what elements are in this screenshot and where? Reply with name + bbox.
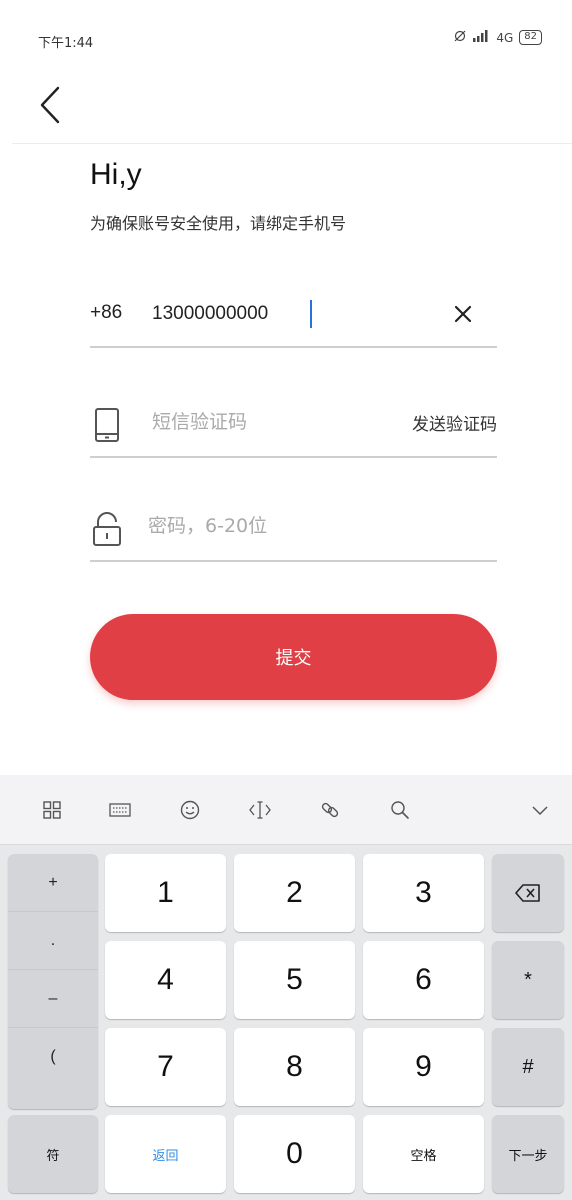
symbol-key-dot[interactable]: . <box>8 912 98 970</box>
key-7[interactable]: 7 <box>105 1028 226 1106</box>
status-bar: 下午1:44 4G 82 <box>0 0 572 70</box>
key-5[interactable]: 5 <box>234 941 355 1019</box>
country-code[interactable]: +86 <box>90 302 122 324</box>
symbol-key-paren[interactable]: ( <box>8 1028 98 1086</box>
numeric-keyboard: + . – ( 1 2 3 4 5 6 * 7 8 9 # 符 返回 0 空格 … <box>0 775 572 1200</box>
symbol-key-minus[interactable]: – <box>8 970 98 1028</box>
key-4[interactable]: 4 <box>105 941 226 1019</box>
password-input[interactable] <box>148 508 448 544</box>
nav-divider <box>12 143 572 144</box>
cursor-icon[interactable] <box>244 795 276 825</box>
hash-key[interactable]: # <box>492 1028 564 1106</box>
backspace-icon <box>515 884 540 902</box>
key-6[interactable]: 6 <box>363 941 484 1019</box>
phone-icon <box>90 406 124 446</box>
lock-icon <box>90 510 124 550</box>
status-time: 下午1:44 <box>38 36 94 51</box>
emoji-icon[interactable] <box>174 795 206 825</box>
password-row <box>90 502 497 562</box>
apps-icon[interactable] <box>36 795 68 825</box>
clear-icon[interactable] <box>449 300 477 328</box>
chevron-left-icon <box>40 86 60 124</box>
page-title: Hi,y <box>90 158 142 191</box>
alarm-off-icon <box>454 30 466 45</box>
page-subtitle: 为确保账号安全使用，请绑定手机号 <box>90 214 347 233</box>
sms-code-input[interactable] <box>152 404 352 440</box>
phone-input[interactable] <box>152 298 452 330</box>
symbol-key-plus[interactable]: + <box>8 854 98 912</box>
return-key[interactable]: 返回 <box>105 1115 226 1193</box>
send-code-button[interactable]: 发送验证码 <box>412 410 497 435</box>
submit-button[interactable]: 提交 <box>90 614 497 700</box>
network-type: 4G <box>496 30 514 45</box>
keyboard-toolbar <box>0 775 572 845</box>
text-caret <box>310 300 312 328</box>
symbols-key[interactable]: 符 <box>8 1115 98 1193</box>
link-icon[interactable] <box>314 795 346 825</box>
battery-icon: 82 <box>519 30 542 45</box>
signal-icon <box>472 30 490 45</box>
search-icon[interactable] <box>384 795 416 825</box>
key-1[interactable]: 1 <box>105 854 226 932</box>
asterisk-key[interactable]: * <box>492 941 564 1019</box>
key-3[interactable]: 3 <box>363 854 484 932</box>
key-8[interactable]: 8 <box>234 1028 355 1106</box>
backspace-key[interactable] <box>492 854 564 932</box>
back-button[interactable] <box>30 80 70 130</box>
symbol-column: + . – ( <box>8 854 98 1109</box>
space-key[interactable]: 空格 <box>363 1115 484 1193</box>
key-0[interactable]: 0 <box>234 1115 355 1193</box>
status-icons: 4G 82 <box>454 30 542 45</box>
key-9[interactable]: 9 <box>363 1028 484 1106</box>
sms-code-row: 发送验证码 <box>90 398 497 458</box>
next-key[interactable]: 下一步 <box>492 1115 564 1193</box>
collapse-icon[interactable] <box>524 795 556 825</box>
phone-row: +86 <box>90 288 497 348</box>
keyboard-icon[interactable] <box>104 795 136 825</box>
key-2[interactable]: 2 <box>234 854 355 932</box>
